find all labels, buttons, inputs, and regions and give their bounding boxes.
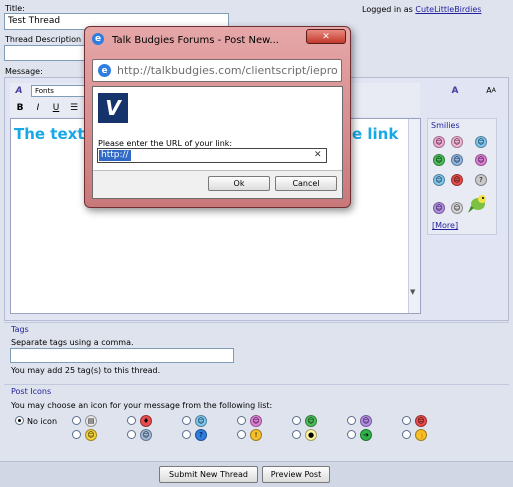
forum-logo: V — [98, 93, 128, 123]
post-icon: ☺ — [305, 415, 317, 427]
cancel-button[interactable]: Cancel — [275, 176, 337, 191]
post-icon-radio[interactable] — [402, 430, 411, 439]
post-icon: ☺ — [140, 429, 152, 441]
smiley-icon[interactable]: ☺ — [451, 136, 463, 148]
post-icon: ● — [305, 429, 317, 441]
post-icon: ♦ — [140, 415, 152, 427]
post-icon: 👍 — [415, 429, 427, 441]
smiley-icon[interactable]: ☺ — [451, 202, 463, 214]
post-icon-radio[interactable] — [127, 416, 136, 425]
post-icon-radio[interactable] — [347, 416, 356, 425]
align-left-icon[interactable]: ☰ — [67, 101, 81, 114]
page-icon: e — [98, 64, 111, 77]
tags-instruction: Separate tags using a comma. — [11, 338, 134, 347]
dialog-title: Talk Budgies Forums - Post New... — [112, 35, 279, 46]
post-icons-instruction: You may choose an icon for your message … — [11, 401, 273, 410]
smiley-icon[interactable]: ☺ — [475, 136, 487, 148]
tags-remaining: You may add 25 tag(s) to this thread. — [11, 366, 161, 375]
post-icon: ➔ — [360, 429, 372, 441]
post-icons-heading: Post Icons — [11, 387, 52, 396]
post-icon-radio[interactable] — [182, 430, 191, 439]
smiley-icon[interactable]: ? — [475, 174, 487, 186]
post-icon-radio[interactable] — [347, 430, 356, 439]
editor-text-left: The text — [14, 125, 85, 143]
link-url-input[interactable] — [97, 148, 327, 163]
smilies-label: Smilies — [431, 121, 460, 130]
smiley-icon[interactable]: ☺ — [451, 154, 463, 166]
post-icon-radio[interactable] — [72, 416, 81, 425]
smiley-icon[interactable]: ☺ — [433, 136, 445, 148]
post-icon-radio[interactable] — [292, 430, 301, 439]
budgie-smiley-icon[interactable] — [468, 192, 490, 214]
post-icon: ☹ — [415, 415, 427, 427]
fonts-select[interactable]: Fonts — [31, 85, 91, 97]
username-link[interactable]: CuteLittleBirdies — [415, 5, 481, 14]
description-input[interactable] — [4, 45, 94, 61]
post-icon: ? — [195, 429, 207, 441]
close-icon[interactable]: ✕ — [306, 29, 346, 44]
dialog-prompt: Please enter the URL of your link: — [98, 139, 233, 148]
ie-icon: e — [92, 33, 104, 45]
clear-input-icon[interactable]: ✕ — [314, 150, 322, 160]
post-icon-radio[interactable] — [127, 430, 136, 439]
post-icon-radio[interactable] — [72, 430, 81, 439]
post-icon: ☺ — [360, 415, 372, 427]
submit-new-thread-button[interactable]: Submit New Thread — [159, 466, 258, 483]
smiley-icon[interactable]: ☺ — [433, 202, 445, 214]
bold-button[interactable]: B — [13, 101, 27, 114]
message-label: Message: — [5, 67, 43, 76]
post-icon: ☺ — [195, 415, 207, 427]
preview-post-button[interactable]: Preview Post — [262, 466, 330, 483]
post-icon-radio[interactable] — [292, 416, 301, 425]
no-icon-radio[interactable] — [15, 416, 24, 425]
text-color-icon[interactable]: A — [448, 84, 462, 97]
smiley-icon[interactable]: ☺ — [475, 154, 487, 166]
post-icon-radio[interactable] — [237, 416, 246, 425]
post-icon: ▤ — [85, 415, 97, 427]
logged-in-prefix: Logged in as — [362, 5, 413, 14]
description-label: Thread Description — [5, 35, 82, 44]
tags-input[interactable] — [10, 348, 234, 363]
title-label: Title: — [5, 4, 25, 13]
address-url: http://talkbudgies.com/clientscript/iepr… — [117, 64, 338, 77]
smiley-icon[interactable]: ☺ — [433, 174, 445, 186]
post-icon: ☺ — [85, 429, 97, 441]
smiley-icon[interactable]: ☺ — [433, 154, 445, 166]
smiley-icon[interactable]: ☹ — [451, 174, 463, 186]
post-icon-radio[interactable] — [182, 416, 191, 425]
more-smilies-link[interactable]: [More] — [432, 221, 458, 230]
post-icon-radio[interactable] — [237, 430, 246, 439]
font-size-icon[interactable]: AA — [484, 84, 498, 97]
scroll-down-icon[interactable]: ▼ — [410, 288, 415, 296]
editor-text-right: e link — [352, 125, 399, 143]
italic-button[interactable]: I — [31, 101, 45, 114]
ok-button[interactable]: Ok — [208, 176, 270, 191]
logged-in-text: Logged in as CuteLittleBirdies — [362, 5, 481, 14]
post-icon: ☺ — [250, 415, 262, 427]
tags-heading: Tags — [11, 325, 29, 334]
post-icon: ! — [250, 429, 262, 441]
post-icon-radio[interactable] — [402, 416, 411, 425]
link-url-value: http:// — [99, 150, 131, 161]
underline-button[interactable]: U — [49, 101, 63, 114]
no-icon-label: No icon — [27, 417, 58, 426]
text-format-icon[interactable]: A — [12, 84, 26, 97]
editor-scrollbar[interactable] — [408, 119, 420, 313]
